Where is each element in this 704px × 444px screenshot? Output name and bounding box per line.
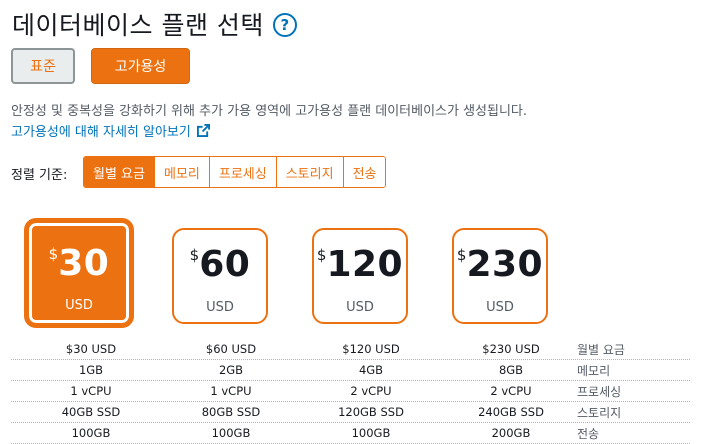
spec-cell: 8GB [498,363,524,377]
spec-cell: $120 USD [342,342,400,356]
spec-cell: 100GB [351,426,391,440]
currency-symbol: $ [316,246,327,264]
learn-more-label[interactable]: 고가용성에 대해 자세히 알아보기 [11,121,191,140]
help-icon[interactable]: ? [272,13,297,37]
spec-label: 전송 [577,427,600,441]
spec-label: 월별 요금 [577,343,625,357]
learn-more-link[interactable]: 고가용성에 대해 자세히 알아보기 [11,121,210,140]
plan-card-120[interactable]: $120 USD [312,228,408,324]
sort-processing[interactable]: 프로세싱 [208,157,276,187]
sort-transfer[interactable]: 전송 [342,157,386,187]
description: 안정성 및 중복성을 강화하기 위해 추가 가용 영역에 고가용성 플랜 데이터… [11,104,528,119]
page-title: 데이터베이스 플랜 선택 [12,11,264,40]
plan-spec-table: $30 USD $60 USD $120 USD $230 USD 월별 요금 … [11,339,690,444]
spec-cell: 80GB SSD [201,405,261,419]
spec-cell: 100GB [71,426,111,440]
external-link-icon [196,124,210,137]
spec-cell: 120GB SSD [338,405,404,419]
price-value: 120 [326,244,404,285]
spec-cell: $230 USD [482,342,540,356]
spec-cell: 1GB [78,363,104,377]
sort-memory[interactable]: 메모리 [153,157,209,187]
spec-cell: 200GB [491,426,531,440]
price-value: 60 [199,244,251,285]
spec-cell: 1 vCPU [210,384,252,398]
plan-currency: USD [65,298,93,313]
plan-currency: USD [486,300,514,315]
currency-symbol: $ [456,246,467,264]
plan-price: $120 [314,244,406,285]
plan-currency: USD [206,300,234,315]
price-value: 230 [466,244,544,285]
tier-standard-button[interactable]: 표준 [11,48,75,84]
spec-cell: 40GB SSD [61,405,121,419]
currency-symbol: $ [48,245,59,263]
spec-cell: 2 vCPU [490,384,532,398]
sort-label: 정렬 기준: [11,168,68,183]
spec-cell: $60 USD [205,342,257,356]
spec-cell: 240GB SSD [478,405,544,419]
tier-high-availability-button[interactable]: 고가용성 [91,48,190,84]
sort-segmented-control: 월별 요금 메모리 프로세싱 스토리지 전송 [83,156,387,188]
price-value: 30 [58,243,110,284]
plan-card-30[interactable]: $30 USD [24,218,134,328]
spec-cell: 2 vCPU [350,384,392,398]
spec-label: 메모리 [577,364,611,378]
spec-cell: 100GB [211,426,251,440]
spec-label: 프로세싱 [577,385,622,399]
currency-symbol: $ [189,246,200,264]
plan-card-230[interactable]: $230 USD [452,228,548,324]
sort-storage[interactable]: 스토리지 [275,157,343,187]
spec-cell: 2GB [218,363,244,377]
title-row: 데이터베이스 플랜 선택 ? [12,6,297,42]
spec-cell: 1 vCPU [70,384,112,398]
plan-price: $230 [454,244,546,285]
spec-cell: $30 USD [65,342,117,356]
sort-monthly-price[interactable]: 월별 요금 [84,157,154,187]
spec-row-memory: 1GB 2GB 4GB 8GB 메모리 [11,360,690,381]
plan-card-60[interactable]: $60 USD [172,228,268,324]
plan-price: $30 [29,243,129,284]
plan-currency: USD [346,300,374,315]
spec-row-processing: 1 vCPU 1 vCPU 2 vCPU 2 vCPU 프로세싱 [11,381,690,402]
spec-cell: 4GB [358,363,384,377]
spec-row-price: $30 USD $60 USD $120 USD $230 USD 월별 요금 [11,339,690,360]
spec-row-storage: 40GB SSD 80GB SSD 120GB SSD 240GB SSD 스토… [11,402,690,423]
spec-row-transfer: 100GB 100GB 100GB 200GB 전송 [11,423,690,444]
spec-label: 스토리지 [577,406,622,420]
plan-price: $60 [174,244,266,285]
